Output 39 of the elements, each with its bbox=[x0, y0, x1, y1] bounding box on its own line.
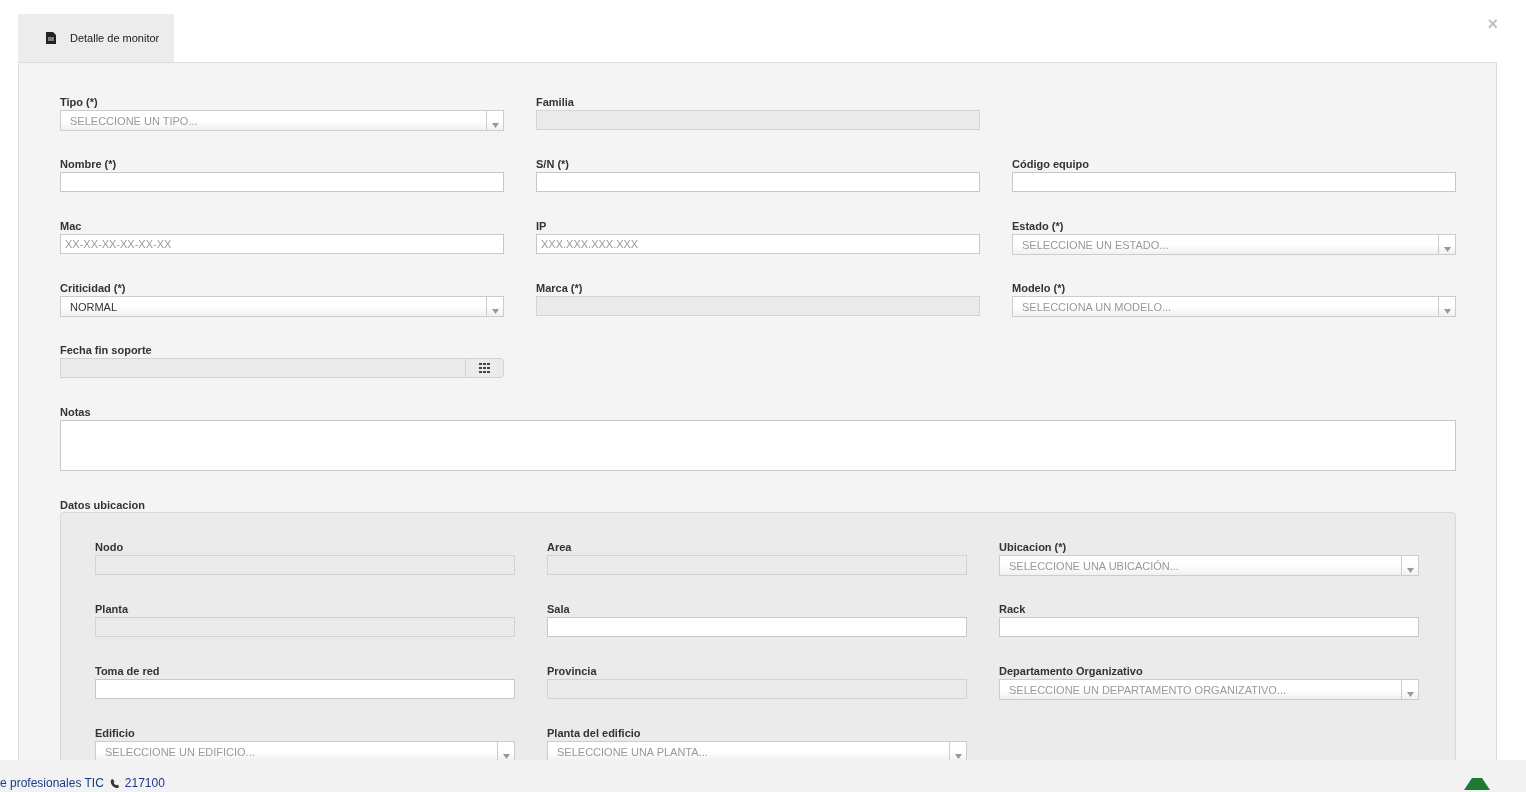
section-title: Datos ubicacion bbox=[60, 498, 146, 512]
field-label: Planta del edificio bbox=[547, 726, 642, 740]
field-label: Mac bbox=[60, 219, 83, 233]
dropdown[interactable]: SELECCIONE UNA PLANTA... bbox=[547, 741, 967, 760]
field-label: Estado (*) bbox=[1012, 219, 1065, 233]
dropdown[interactable]: SELECCIONE UN EDIFICIO... bbox=[95, 741, 515, 760]
field-label: Marca (*) bbox=[536, 281, 584, 295]
field-label: Toma de red bbox=[95, 664, 161, 678]
input-field[interactable]: XXX.XXX.XXX.XXX bbox=[536, 234, 980, 254]
field-label: Criticidad (*) bbox=[60, 281, 127, 295]
field-label: Nodo bbox=[95, 540, 125, 554]
close-button[interactable]: × bbox=[1487, 14, 1498, 34]
dropdown[interactable]: NORMAL bbox=[60, 296, 504, 317]
field-label: S/N (*) bbox=[536, 157, 570, 171]
dropdown[interactable]: SELECCIONA UN MODELO... bbox=[1012, 296, 1456, 317]
field-label: Rack bbox=[999, 602, 1027, 616]
input-field[interactable]: XX-XX-XX-XX-XX-XX bbox=[60, 234, 504, 254]
field-label: Modelo (*) bbox=[1012, 281, 1067, 295]
field-label: Tipo (*) bbox=[60, 95, 99, 109]
field-label: Ubicacion (*) bbox=[999, 540, 1068, 554]
field-label: Area bbox=[547, 540, 573, 554]
dropdown[interactable]: SELECCIONE UNA UBICACIÓN... bbox=[999, 555, 1419, 576]
modal-tab[interactable]: Detalle de monitor bbox=[18, 14, 174, 62]
field-label: Edificio bbox=[95, 726, 136, 740]
field-label: Sala bbox=[547, 602, 571, 616]
phone-number: 217100 bbox=[124, 776, 165, 790]
field-label: Departamento Organizativo bbox=[999, 664, 1144, 678]
dropdown[interactable]: SELECCIONE UN DEPARTAMENTO ORGANIZATIVO... bbox=[999, 679, 1419, 700]
dropdown[interactable]: SELECCIONE UN TIPO... bbox=[60, 110, 504, 131]
field-label: IP bbox=[536, 219, 548, 233]
dropdown[interactable]: SELECCIONE UN ESTADO... bbox=[1012, 234, 1456, 255]
field-label: Nombre (*) bbox=[60, 157, 118, 171]
field-label: Familia bbox=[536, 95, 575, 109]
field-label: Notas bbox=[60, 405, 92, 419]
field-label: Planta bbox=[95, 602, 130, 616]
field-label: Provincia bbox=[547, 664, 598, 678]
footer-text: e profesionales TIC bbox=[0, 776, 104, 790]
field-label: Fecha fin soporte bbox=[60, 343, 153, 357]
field-label: Código equipo bbox=[1012, 157, 1090, 171]
